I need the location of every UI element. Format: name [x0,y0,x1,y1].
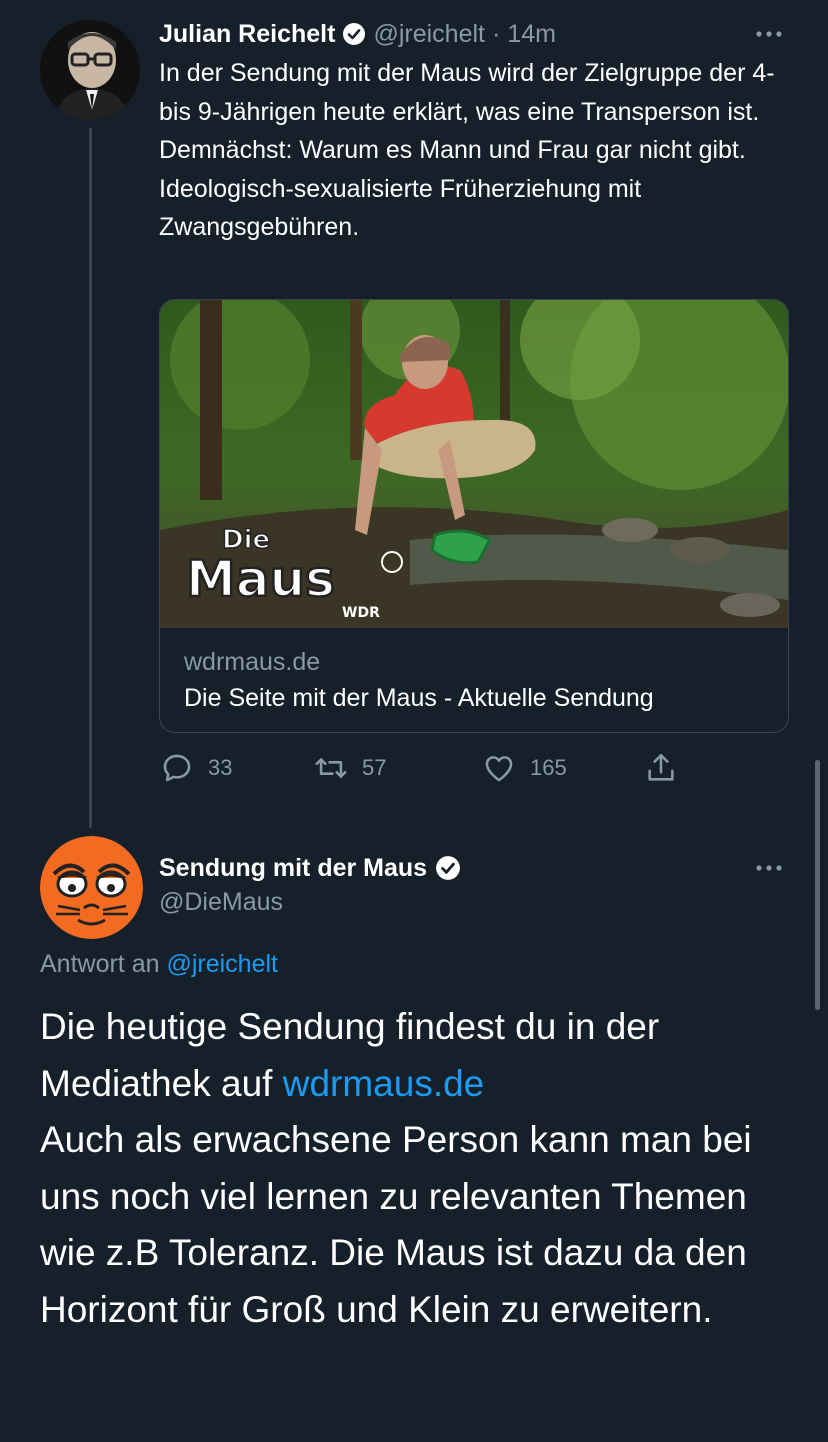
reply-header: Sendung mit der Maus [159,850,461,886]
reply-text: Die heutige Sendung findest du in der Me… [40,999,800,1338]
share-icon [644,751,678,785]
card-logo-sub: WDR [342,605,380,621]
link-card[interactable]: Die Maus WDR wdrmaus.de Die Seite mit de… [159,299,789,733]
card-logo-main: Maus [186,550,335,608]
like-icon [482,751,516,785]
tweet-header: Julian Reichelt @jreichelt · 14m [159,16,556,52]
like-count: 165 [530,755,567,780]
verified-icon [342,22,366,46]
reply-button[interactable]: 33 [160,750,232,786]
reply-link[interactable]: wdrmaus.de [283,1063,485,1104]
reply-text-part2: Auch als erwachsene Person kann man bei … [40,1119,752,1330]
thread-line [89,128,92,828]
tweet-text: In der Sendung mit der Maus wird der Zie… [159,59,775,241]
retweet-button[interactable]: 57 [314,750,386,786]
more-icon[interactable] [752,24,786,44]
avatar-sendung-mit-der-maus[interactable] [40,836,143,939]
card-image: Die Maus WDR [160,300,788,628]
avatar-julian-reichelt[interactable] [40,20,140,120]
author-name[interactable]: Julian Reichelt [159,20,335,49]
tweet-time[interactable]: 14m [507,20,556,49]
share-button[interactable] [644,750,678,786]
verified-icon [435,855,461,881]
retweet-icon [314,751,348,785]
author-handle[interactable]: @jreichelt [373,20,485,49]
replying-to-handle[interactable]: @jreichelt [166,950,278,978]
replying-to: Antwort an @jreichelt [40,950,278,979]
scrollbar[interactable] [815,760,820,1010]
reply-icon [160,751,194,785]
reply-author-handle[interactable]: @DieMaus [159,888,283,917]
like-button[interactable]: 165 [482,750,567,786]
retweet-count: 57 [362,755,387,780]
more-icon[interactable] [752,858,786,878]
reply-author-name[interactable]: Sendung mit der Maus [159,854,427,883]
card-title: Die Seite mit der Maus - Aktuelle Sendun… [184,684,654,712]
card-domain: wdrmaus.de [184,648,321,676]
reply-count: 33 [208,755,233,780]
meta-separator: · [491,19,501,48]
replying-prefix: Antwort an [40,950,160,978]
